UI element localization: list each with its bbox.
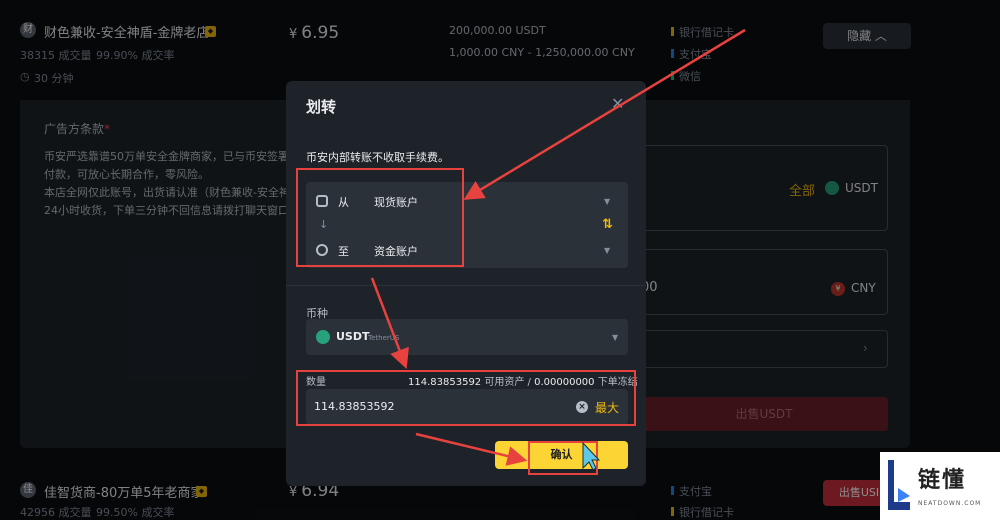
watermark-url: NEATDOWN.COM	[918, 500, 982, 507]
cursor-icon	[582, 441, 601, 471]
watermark-logo: 链懂 NEATDOWN.COM	[880, 452, 1000, 520]
annotation-arrow	[463, 28, 746, 200]
annotation-arrow	[415, 432, 528, 466]
watermark-text: 链懂	[918, 468, 967, 493]
logo-mark-icon	[888, 460, 910, 510]
annotation-arrow	[370, 277, 409, 370]
annotation-arrows	[370, 28, 746, 471]
